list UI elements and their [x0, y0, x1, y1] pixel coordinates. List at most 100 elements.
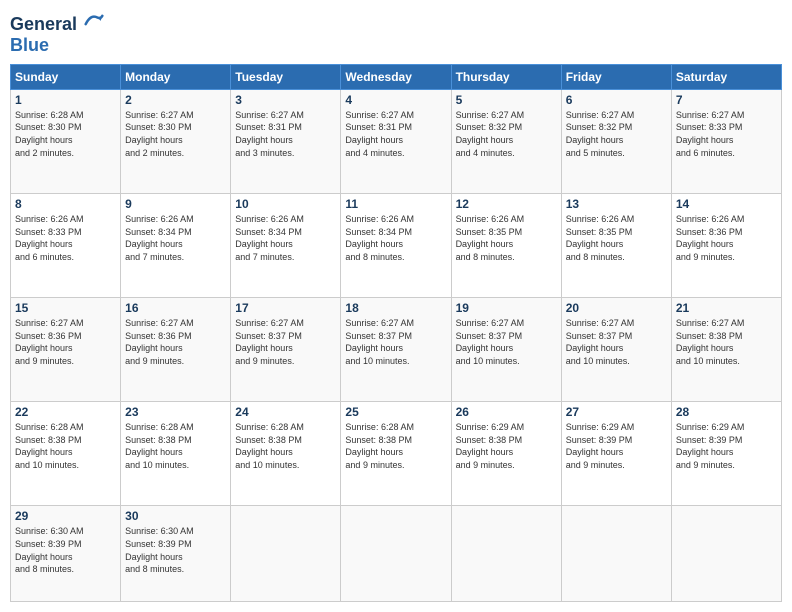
calendar-cell: 2 Sunrise: 6:27 AM Sunset: 8:30 PM Dayli… — [121, 89, 231, 193]
day-info: Sunrise: 6:27 AM Sunset: 8:37 PM Dayligh… — [345, 317, 446, 367]
calendar-cell: 11 Sunrise: 6:26 AM Sunset: 8:34 PM Dayl… — [341, 193, 451, 297]
day-info: Sunrise: 6:27 AM Sunset: 8:33 PM Dayligh… — [676, 109, 777, 159]
calendar-cell: 10 Sunrise: 6:26 AM Sunset: 8:34 PM Dayl… — [231, 193, 341, 297]
calendar-cell: 14 Sunrise: 6:26 AM Sunset: 8:36 PM Dayl… — [671, 193, 781, 297]
day-header-monday: Monday — [121, 64, 231, 89]
day-number: 10 — [235, 197, 336, 211]
day-info: Sunrise: 6:27 AM Sunset: 8:38 PM Dayligh… — [676, 317, 777, 367]
calendar-week-3: 15 Sunrise: 6:27 AM Sunset: 8:36 PM Dayl… — [11, 298, 782, 402]
calendar-body: 1 Sunrise: 6:28 AM Sunset: 8:30 PM Dayli… — [11, 89, 782, 601]
calendar-cell: 12 Sunrise: 6:26 AM Sunset: 8:35 PM Dayl… — [451, 193, 561, 297]
calendar-cell: 21 Sunrise: 6:27 AM Sunset: 8:38 PM Dayl… — [671, 298, 781, 402]
day-info: Sunrise: 6:27 AM Sunset: 8:37 PM Dayligh… — [566, 317, 667, 367]
day-info: Sunrise: 6:28 AM Sunset: 8:38 PM Dayligh… — [345, 421, 446, 471]
day-number: 17 — [235, 301, 336, 315]
day-info: Sunrise: 6:27 AM Sunset: 8:37 PM Dayligh… — [235, 317, 336, 367]
day-number: 24 — [235, 405, 336, 419]
calendar-cell: 6 Sunrise: 6:27 AM Sunset: 8:32 PM Dayli… — [561, 89, 671, 193]
calendar-cell: 26 Sunrise: 6:29 AM Sunset: 8:38 PM Dayl… — [451, 402, 561, 506]
day-number: 12 — [456, 197, 557, 211]
day-header-thursday: Thursday — [451, 64, 561, 89]
logo-blue: Blue — [10, 35, 104, 56]
calendar-cell: 27 Sunrise: 6:29 AM Sunset: 8:39 PM Dayl… — [561, 402, 671, 506]
day-info: Sunrise: 6:27 AM Sunset: 8:31 PM Dayligh… — [235, 109, 336, 159]
calendar-cell: 15 Sunrise: 6:27 AM Sunset: 8:36 PM Dayl… — [11, 298, 121, 402]
calendar-cell: 23 Sunrise: 6:28 AM Sunset: 8:38 PM Dayl… — [121, 402, 231, 506]
calendar-week-4: 22 Sunrise: 6:28 AM Sunset: 8:38 PM Dayl… — [11, 402, 782, 506]
day-number: 2 — [125, 93, 226, 107]
day-info: Sunrise: 6:27 AM Sunset: 8:32 PM Dayligh… — [456, 109, 557, 159]
day-info: Sunrise: 6:26 AM Sunset: 8:34 PM Dayligh… — [125, 213, 226, 263]
day-info: Sunrise: 6:26 AM Sunset: 8:33 PM Dayligh… — [15, 213, 116, 263]
calendar-cell — [451, 506, 561, 602]
day-info: Sunrise: 6:28 AM Sunset: 8:38 PM Dayligh… — [15, 421, 116, 471]
day-number: 8 — [15, 197, 116, 211]
calendar-cell — [561, 506, 671, 602]
day-number: 19 — [456, 301, 557, 315]
day-number: 14 — [676, 197, 777, 211]
calendar-cell: 1 Sunrise: 6:28 AM Sunset: 8:30 PM Dayli… — [11, 89, 121, 193]
calendar-cell: 3 Sunrise: 6:27 AM Sunset: 8:31 PM Dayli… — [231, 89, 341, 193]
calendar-table: SundayMondayTuesdayWednesdayThursdayFrid… — [10, 64, 782, 602]
day-info: Sunrise: 6:27 AM Sunset: 8:36 PM Dayligh… — [125, 317, 226, 367]
calendar-cell: 22 Sunrise: 6:28 AM Sunset: 8:38 PM Dayl… — [11, 402, 121, 506]
calendar-cell: 18 Sunrise: 6:27 AM Sunset: 8:37 PM Dayl… — [341, 298, 451, 402]
header: General Blue — [10, 10, 782, 56]
day-number: 20 — [566, 301, 667, 315]
day-number: 18 — [345, 301, 446, 315]
day-info: Sunrise: 6:30 AM Sunset: 8:39 PM Dayligh… — [125, 525, 226, 575]
calendar-cell: 30 Sunrise: 6:30 AM Sunset: 8:39 PM Dayl… — [121, 506, 231, 602]
day-info: Sunrise: 6:27 AM Sunset: 8:36 PM Dayligh… — [15, 317, 116, 367]
calendar-cell — [671, 506, 781, 602]
day-info: Sunrise: 6:29 AM Sunset: 8:39 PM Dayligh… — [676, 421, 777, 471]
day-header-wednesday: Wednesday — [341, 64, 451, 89]
logo-icon — [84, 10, 104, 30]
day-number: 11 — [345, 197, 446, 211]
day-info: Sunrise: 6:27 AM Sunset: 8:32 PM Dayligh… — [566, 109, 667, 159]
day-number: 5 — [456, 93, 557, 107]
day-info: Sunrise: 6:27 AM Sunset: 8:30 PM Dayligh… — [125, 109, 226, 159]
logo: General Blue — [10, 10, 104, 56]
day-info: Sunrise: 6:27 AM Sunset: 8:37 PM Dayligh… — [456, 317, 557, 367]
calendar-week-2: 8 Sunrise: 6:26 AM Sunset: 8:33 PM Dayli… — [11, 193, 782, 297]
calendar-header-row: SundayMondayTuesdayWednesdayThursdayFrid… — [11, 64, 782, 89]
page-container: General Blue SundayMondayTuesdayWednesda… — [0, 0, 792, 612]
calendar-cell: 20 Sunrise: 6:27 AM Sunset: 8:37 PM Dayl… — [561, 298, 671, 402]
calendar-cell: 16 Sunrise: 6:27 AM Sunset: 8:36 PM Dayl… — [121, 298, 231, 402]
calendar-week-5: 29 Sunrise: 6:30 AM Sunset: 8:39 PM Dayl… — [11, 506, 782, 602]
day-info: Sunrise: 6:26 AM Sunset: 8:35 PM Dayligh… — [566, 213, 667, 263]
day-info: Sunrise: 6:28 AM Sunset: 8:38 PM Dayligh… — [235, 421, 336, 471]
day-number: 16 — [125, 301, 226, 315]
day-number: 30 — [125, 509, 226, 523]
day-info: Sunrise: 6:27 AM Sunset: 8:31 PM Dayligh… — [345, 109, 446, 159]
day-header-friday: Friday — [561, 64, 671, 89]
day-number: 9 — [125, 197, 226, 211]
day-number: 13 — [566, 197, 667, 211]
day-header-tuesday: Tuesday — [231, 64, 341, 89]
calendar-cell: 9 Sunrise: 6:26 AM Sunset: 8:34 PM Dayli… — [121, 193, 231, 297]
day-number: 21 — [676, 301, 777, 315]
day-info: Sunrise: 6:29 AM Sunset: 8:39 PM Dayligh… — [566, 421, 667, 471]
day-number: 1 — [15, 93, 116, 107]
calendar-cell: 24 Sunrise: 6:28 AM Sunset: 8:38 PM Dayl… — [231, 402, 341, 506]
day-number: 29 — [15, 509, 116, 523]
calendar-week-1: 1 Sunrise: 6:28 AM Sunset: 8:30 PM Dayli… — [11, 89, 782, 193]
calendar-cell: 19 Sunrise: 6:27 AM Sunset: 8:37 PM Dayl… — [451, 298, 561, 402]
calendar-cell: 4 Sunrise: 6:27 AM Sunset: 8:31 PM Dayli… — [341, 89, 451, 193]
day-number: 26 — [456, 405, 557, 419]
calendar-cell: 5 Sunrise: 6:27 AM Sunset: 8:32 PM Dayli… — [451, 89, 561, 193]
day-number: 25 — [345, 405, 446, 419]
day-info: Sunrise: 6:26 AM Sunset: 8:36 PM Dayligh… — [676, 213, 777, 263]
day-number: 7 — [676, 93, 777, 107]
day-info: Sunrise: 6:26 AM Sunset: 8:34 PM Dayligh… — [345, 213, 446, 263]
day-number: 6 — [566, 93, 667, 107]
calendar-cell: 13 Sunrise: 6:26 AM Sunset: 8:35 PM Dayl… — [561, 193, 671, 297]
logo-text: General — [10, 10, 104, 35]
calendar-cell — [341, 506, 451, 602]
day-number: 23 — [125, 405, 226, 419]
day-info: Sunrise: 6:26 AM Sunset: 8:35 PM Dayligh… — [456, 213, 557, 263]
day-header-saturday: Saturday — [671, 64, 781, 89]
calendar-cell — [231, 506, 341, 602]
calendar-cell: 7 Sunrise: 6:27 AM Sunset: 8:33 PM Dayli… — [671, 89, 781, 193]
day-number: 27 — [566, 405, 667, 419]
